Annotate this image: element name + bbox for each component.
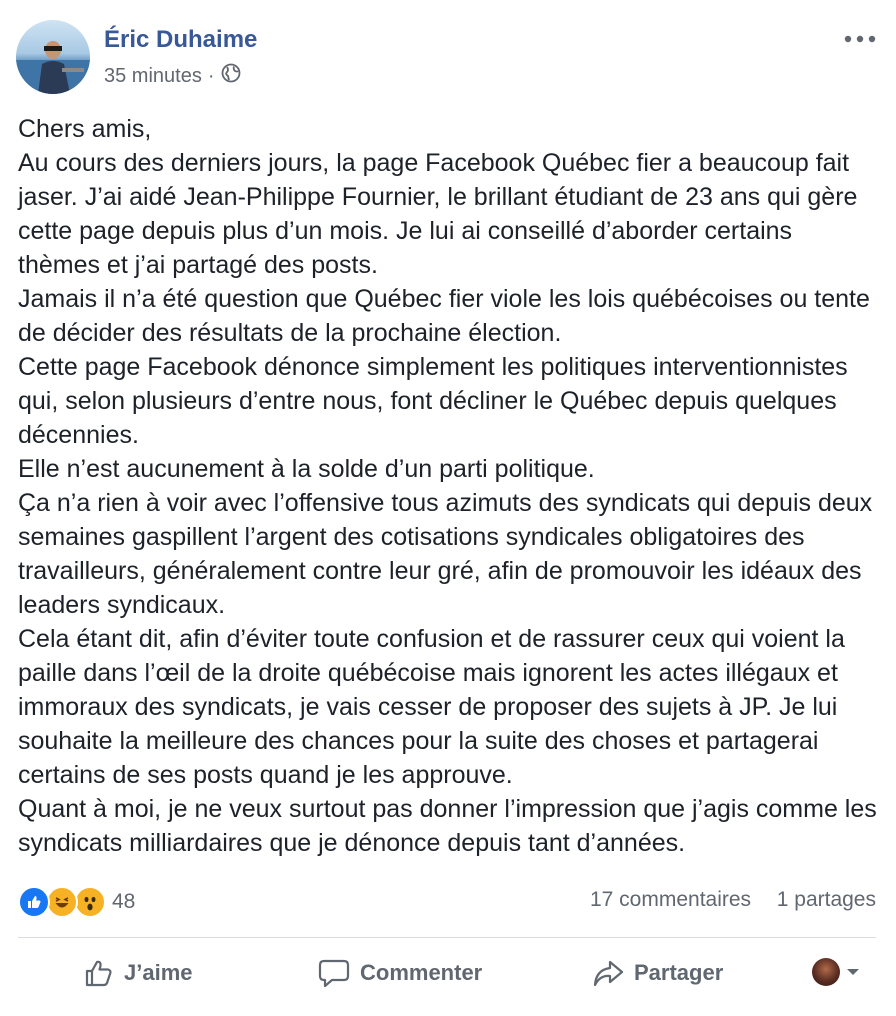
thumbs-up-icon bbox=[85, 960, 112, 987]
reactions-summary[interactable]: 48 bbox=[18, 886, 135, 918]
post-timestamp[interactable]: 35 minutes bbox=[104, 65, 202, 88]
post-actions: J’aime Commenter Partager bbox=[18, 944, 876, 1004]
ellipsis-icon bbox=[844, 35, 876, 43]
reaction-as-selector[interactable] bbox=[812, 958, 860, 986]
comments-count-link[interactable]: 17 commentaires bbox=[590, 888, 751, 911]
meta-separator: · bbox=[207, 64, 215, 87]
post-paragraph: Ça n’a rien à voir avec l’offensive tous… bbox=[18, 489, 880, 619]
post-meta: 35 minutes · bbox=[104, 63, 241, 89]
post-paragraph: Au cours des derniers jours, la page Fac… bbox=[18, 149, 865, 279]
more-options-button[interactable] bbox=[840, 26, 880, 52]
chevron-down-icon bbox=[847, 969, 859, 975]
author-avatar[interactable] bbox=[16, 20, 90, 94]
post-body: Chers amis, Au cours des derniers jours,… bbox=[18, 112, 878, 860]
share-button-label: Partager bbox=[634, 960, 724, 985]
post-paragraph: Elle n’est aucunement à la solde d’un pa… bbox=[18, 455, 595, 483]
author-name[interactable]: Éric Duhaime bbox=[104, 26, 257, 54]
post-paragraph: Cela étant dit, afin d’éviter toute conf… bbox=[18, 625, 852, 789]
post-paragraph: Quant à moi, je ne veux surtout pas donn… bbox=[18, 795, 884, 857]
comment-bubble-icon bbox=[318, 959, 350, 988]
like-button-label: J’aime bbox=[124, 960, 193, 985]
shares-count-link[interactable]: 1 partages bbox=[777, 888, 876, 911]
post-paragraph: Jamais il n’a été question que Québec fi… bbox=[18, 285, 877, 347]
haha-icon bbox=[46, 886, 78, 918]
post-paragraph: Cette page Facebook dénonce simplement l… bbox=[18, 353, 855, 449]
post-header: Éric Duhaime 35 minutes · bbox=[16, 16, 880, 96]
profile-avatar-small bbox=[812, 958, 840, 986]
like-icon bbox=[18, 886, 50, 918]
wow-icon bbox=[74, 886, 106, 918]
comment-button[interactable]: Commenter bbox=[318, 944, 482, 1002]
actions-divider bbox=[18, 937, 876, 938]
avatar-photo bbox=[16, 41, 90, 94]
share-button[interactable]: Partager bbox=[592, 944, 723, 1002]
comment-button-label: Commenter bbox=[360, 960, 483, 985]
globe-icon[interactable] bbox=[221, 63, 241, 89]
like-button[interactable]: J’aime bbox=[84, 944, 193, 1002]
share-arrow-icon bbox=[593, 960, 624, 987]
post-paragraph: Chers amis, bbox=[18, 115, 152, 143]
reaction-count: 48 bbox=[112, 890, 136, 913]
engagement-counts: 17 commentaires 1 partages bbox=[590, 888, 876, 912]
post-stats: 48 17 commentaires 1 partages bbox=[18, 884, 876, 920]
